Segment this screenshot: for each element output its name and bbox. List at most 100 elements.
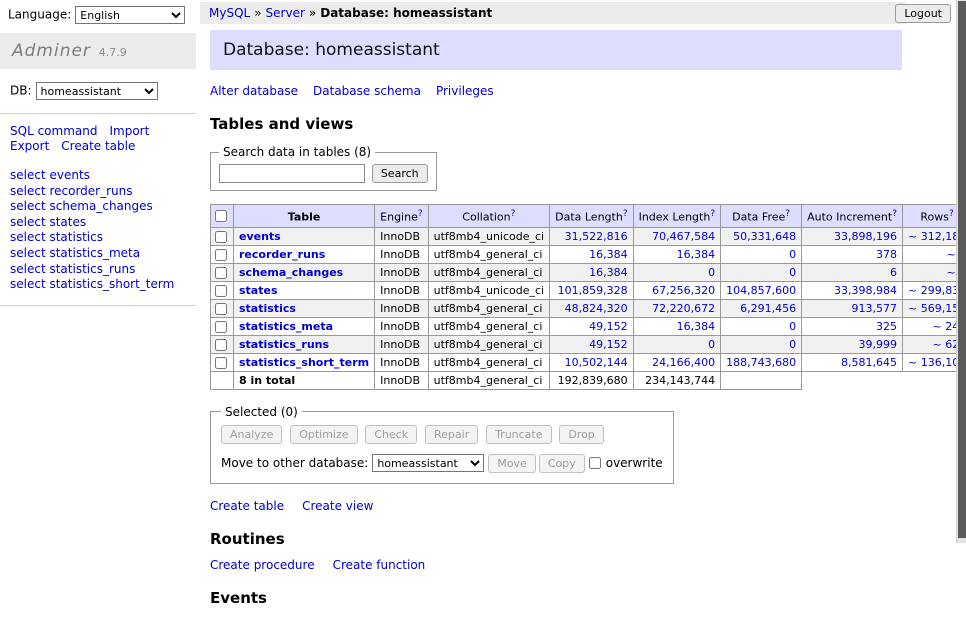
index-length-link[interactable]: 0 xyxy=(708,266,715,279)
help-link[interactable]: ? xyxy=(785,209,790,219)
sidebar-link-import[interactable]: Import xyxy=(109,124,149,138)
data-free-link[interactable]: 0 xyxy=(789,338,796,351)
logout-button[interactable]: Logout xyxy=(895,4,951,23)
data-free-link[interactable]: 0 xyxy=(789,248,796,261)
totals-empty-cell xyxy=(211,371,234,389)
sidebar-table-link[interactable]: select states xyxy=(10,215,186,231)
sidebar-link-create-table[interactable]: Create table xyxy=(61,139,135,153)
row-checkbox[interactable] xyxy=(215,357,227,369)
sidebar-table-link[interactable]: select recorder_runs xyxy=(10,184,186,200)
auto-increment-link[interactable]: 913,577 xyxy=(852,302,898,315)
auto-increment-link[interactable]: 325 xyxy=(876,320,897,333)
help-link[interactable]: ? xyxy=(710,209,715,219)
index-length-link[interactable]: 72,220,672 xyxy=(652,302,715,315)
index-length-link[interactable]: 24,166,400 xyxy=(652,356,715,369)
table-row: statistics InnoDB utf8mb4_general_ci 48,… xyxy=(211,299,966,317)
engine-cell: InnoDB xyxy=(375,317,428,335)
bulk-action-button[interactable]: Repair xyxy=(425,425,478,444)
bulk-action-button[interactable]: Analyze xyxy=(221,425,282,444)
row-checkbox[interactable] xyxy=(215,303,227,315)
help-link[interactable]: ? xyxy=(623,209,628,219)
move-db-select[interactable]: homeassistant xyxy=(372,454,484,472)
search-button[interactable]: Search xyxy=(372,164,428,183)
search-input[interactable] xyxy=(219,164,365,183)
auto-increment-link[interactable]: 8,581,645 xyxy=(841,356,897,369)
table-name-cell: statistics_runs xyxy=(234,335,375,353)
index-length-link[interactable]: 16,384 xyxy=(677,320,716,333)
auto-increment-link[interactable]: 6 xyxy=(890,266,897,279)
breadcrumb-link-mysql[interactable]: MySQL xyxy=(209,6,250,20)
table-name-link[interactable]: statistics_meta xyxy=(239,320,333,333)
bulk-action-button[interactable]: Check xyxy=(365,425,417,444)
data-length-link[interactable]: 10,502,144 xyxy=(565,356,628,369)
data-free-link[interactable]: 104,857,600 xyxy=(726,284,796,297)
create-procedure-link[interactable]: Create procedure xyxy=(210,558,315,572)
sidebar-table-link[interactable]: select statistics_meta xyxy=(10,246,186,262)
copy-button[interactable]: Copy xyxy=(539,454,585,473)
sidebar-table-link[interactable]: select statistics xyxy=(10,230,186,246)
table-name-link[interactable]: schema_changes xyxy=(239,266,343,279)
row-checkbox[interactable] xyxy=(215,267,227,279)
data-length-link[interactable]: 49,152 xyxy=(589,338,628,351)
table-name-link[interactable]: statistics_short_term xyxy=(239,356,369,369)
privileges-link[interactable]: Privileges xyxy=(436,84,494,98)
language-select[interactable]: English xyxy=(75,6,185,24)
database-schema-link[interactable]: Database schema xyxy=(313,84,421,98)
table-name-link[interactable]: events xyxy=(239,230,281,243)
breadcrumb-link-server[interactable]: Server xyxy=(266,6,305,20)
index-length-link[interactable]: 0 xyxy=(708,338,715,351)
auto-increment-link[interactable]: 378 xyxy=(876,248,897,261)
data-free-link[interactable]: 6,291,456 xyxy=(740,302,796,315)
data-free-link[interactable]: 50,331,648 xyxy=(733,230,796,243)
data-length-link[interactable]: 16,384 xyxy=(589,266,628,279)
table-header-row: Table Engine? Collation? Data Length? In… xyxy=(211,205,966,228)
create-table-link[interactable]: Create table xyxy=(210,499,284,513)
help-link[interactable]: ? xyxy=(949,209,954,219)
data-free-link[interactable]: 0 xyxy=(789,320,796,333)
data-length-link[interactable]: 31,522,816 xyxy=(565,230,628,243)
row-checkbox[interactable] xyxy=(215,249,227,261)
table-name-link[interactable]: statistics_runs xyxy=(239,338,329,351)
create-function-link[interactable]: Create function xyxy=(333,558,426,572)
index-length-link[interactable]: 16,384 xyxy=(677,248,716,261)
help-link[interactable]: ? xyxy=(892,209,897,219)
sidebar-table-link[interactable]: select schema_changes xyxy=(10,199,186,215)
sidebar-link-export[interactable]: Export xyxy=(10,139,49,153)
row-checkbox[interactable] xyxy=(215,285,227,297)
sidebar-table-link[interactable]: select statistics_short_term xyxy=(10,277,186,293)
table-name-link[interactable]: recorder_runs xyxy=(239,248,325,261)
data-length-link[interactable]: 16,384 xyxy=(589,248,628,261)
scrollbar-thumb[interactable] xyxy=(958,1,966,538)
help-link[interactable]: ? xyxy=(418,209,423,219)
bulk-action-button[interactable]: Truncate xyxy=(486,425,551,444)
row-checkbox[interactable] xyxy=(215,231,227,243)
index-length-link[interactable]: 70,467,584 xyxy=(652,230,715,243)
sidebar-table-link[interactable]: select events xyxy=(10,168,186,184)
auto-increment-link[interactable]: 39,999 xyxy=(859,338,898,351)
sidebar-link-sql-command[interactable]: SQL command xyxy=(10,124,97,138)
table-name-link[interactable]: states xyxy=(239,284,278,297)
auto-increment-link[interactable]: 33,398,984 xyxy=(834,284,897,297)
data-length-link[interactable]: 48,824,320 xyxy=(565,302,628,315)
row-checkbox[interactable] xyxy=(215,321,227,333)
table-name-link[interactable]: statistics xyxy=(239,302,296,315)
collation-cell: utf8mb4_general_ci xyxy=(428,299,549,317)
data-length-link[interactable]: 101,859,328 xyxy=(558,284,628,297)
db-select[interactable]: homeassistant xyxy=(36,82,158,100)
bulk-action-button[interactable]: Drop xyxy=(559,425,603,444)
auto-increment-link[interactable]: 33,898,196 xyxy=(834,230,897,243)
data-length-link[interactable]: 49,152 xyxy=(589,320,628,333)
select-all-checkbox[interactable] xyxy=(215,210,227,222)
routines-heading: Routines xyxy=(210,530,902,548)
move-button[interactable]: Move xyxy=(488,454,536,473)
row-checkbox[interactable] xyxy=(215,339,227,351)
bulk-action-button[interactable]: Optimize xyxy=(290,425,357,444)
overwrite-checkbox[interactable] xyxy=(589,457,601,469)
data-free-link[interactable]: 188,743,680 xyxy=(726,356,796,369)
help-link[interactable]: ? xyxy=(511,209,516,219)
data-free-link[interactable]: 0 xyxy=(789,266,796,279)
create-view-link[interactable]: Create view xyxy=(302,499,373,513)
sidebar-table-link[interactable]: select statistics_runs xyxy=(10,262,186,278)
alter-database-link[interactable]: Alter database xyxy=(210,84,298,98)
index-length-link[interactable]: 67,256,320 xyxy=(652,284,715,297)
